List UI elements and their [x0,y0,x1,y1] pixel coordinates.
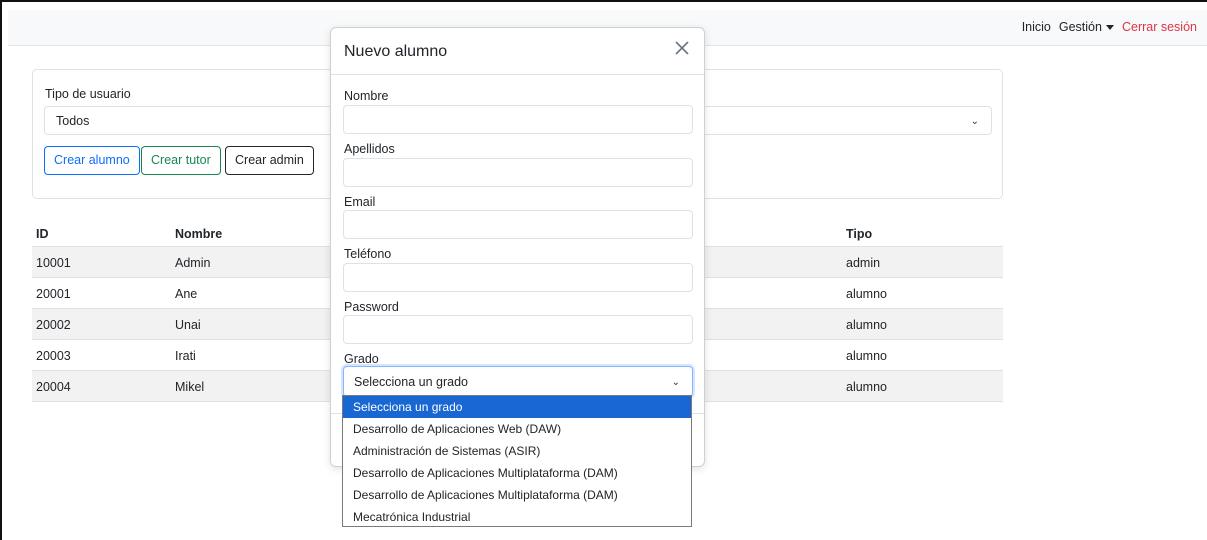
grado-option[interactable]: Desarrollo de Aplicaciones Web (DAW) [343,418,691,440]
grado-option[interactable]: Desarrollo de Aplicaciones Multiplatafor… [343,484,691,506]
caret-down-icon [1105,25,1114,31]
modal-header: Nuevo alumno [331,28,704,75]
telefono-label: Teléfono [344,247,392,261]
grado-label: Grado [344,352,379,366]
email-input[interactable] [343,210,693,239]
grado-select[interactable]: Selecciona un grado ⌄ [343,366,693,397]
cell-nombre: Unai [175,318,201,332]
telefono-input[interactable] [343,263,693,292]
email-label: Email [344,195,376,209]
cell-tipo: alumno [846,318,887,332]
crear-admin-button[interactable]: Crear admin [225,146,314,175]
cell-tipo: alumno [846,349,887,363]
chevron-down-icon: ⌄ [671,377,680,388]
nav-link-cerrar-sesion[interactable]: Cerrar sesión [1122,20,1197,34]
nombre-label: Nombre [344,89,389,103]
cell-nombre: Ane [175,287,198,301]
modal-title: Nuevo alumno [344,43,448,60]
grado-option[interactable]: Mecatrónica Industrial [343,506,691,528]
nav-dropdown-gestion[interactable]: Gestión [1059,20,1114,34]
password-label: Password [344,300,399,314]
user-type-select-value: Todos [56,114,90,128]
chevron-down-icon: ⌄ [970,116,979,127]
cell-id: 10001 [36,256,71,270]
cell-id: 20003 [36,349,71,363]
grado-dropdown-list: Selecciona un grado Desarrollo de Aplica… [342,395,692,527]
grado-option[interactable]: Selecciona un grado [343,396,691,418]
crear-alumno-button[interactable]: Crear alumno [44,146,140,175]
nav-dropdown-gestion-label: Gestión [1058,20,1102,34]
cell-nombre: Irati [175,349,196,363]
header-id: ID [36,227,49,241]
header-nombre: Nombre [175,227,223,241]
close-icon[interactable] [672,38,692,58]
cell-id: 20004 [36,380,71,394]
header-tipo: Tipo [846,227,873,241]
password-input[interactable] [343,315,693,344]
user-type-label: Tipo de usuario [45,87,131,101]
nav-link-inicio[interactable]: Inicio [1022,20,1051,34]
cell-tipo: admin [846,256,881,270]
nombre-input[interactable] [343,105,693,134]
grado-select-value: Selecciona un grado [354,375,468,389]
navbar-menu: Inicio Gestión Cerrar sesión [1022,20,1197,34]
cell-id: 20001 [36,287,71,301]
apellidos-label: Apellidos [344,142,395,156]
cell-tipo: alumno [846,287,887,301]
grado-option[interactable]: Desarrollo de Aplicaciones Multiplatafor… [343,462,691,484]
grado-option[interactable]: Administración de Sistemas (ASIR) [343,440,691,462]
apellidos-input[interactable] [343,158,693,187]
cell-nombre: Mikel [175,380,205,394]
cell-id: 20002 [36,318,71,332]
cell-tipo: alumno [846,380,887,394]
crear-tutor-button[interactable]: Crear tutor [141,146,221,175]
cell-nombre: Admin [175,256,211,270]
